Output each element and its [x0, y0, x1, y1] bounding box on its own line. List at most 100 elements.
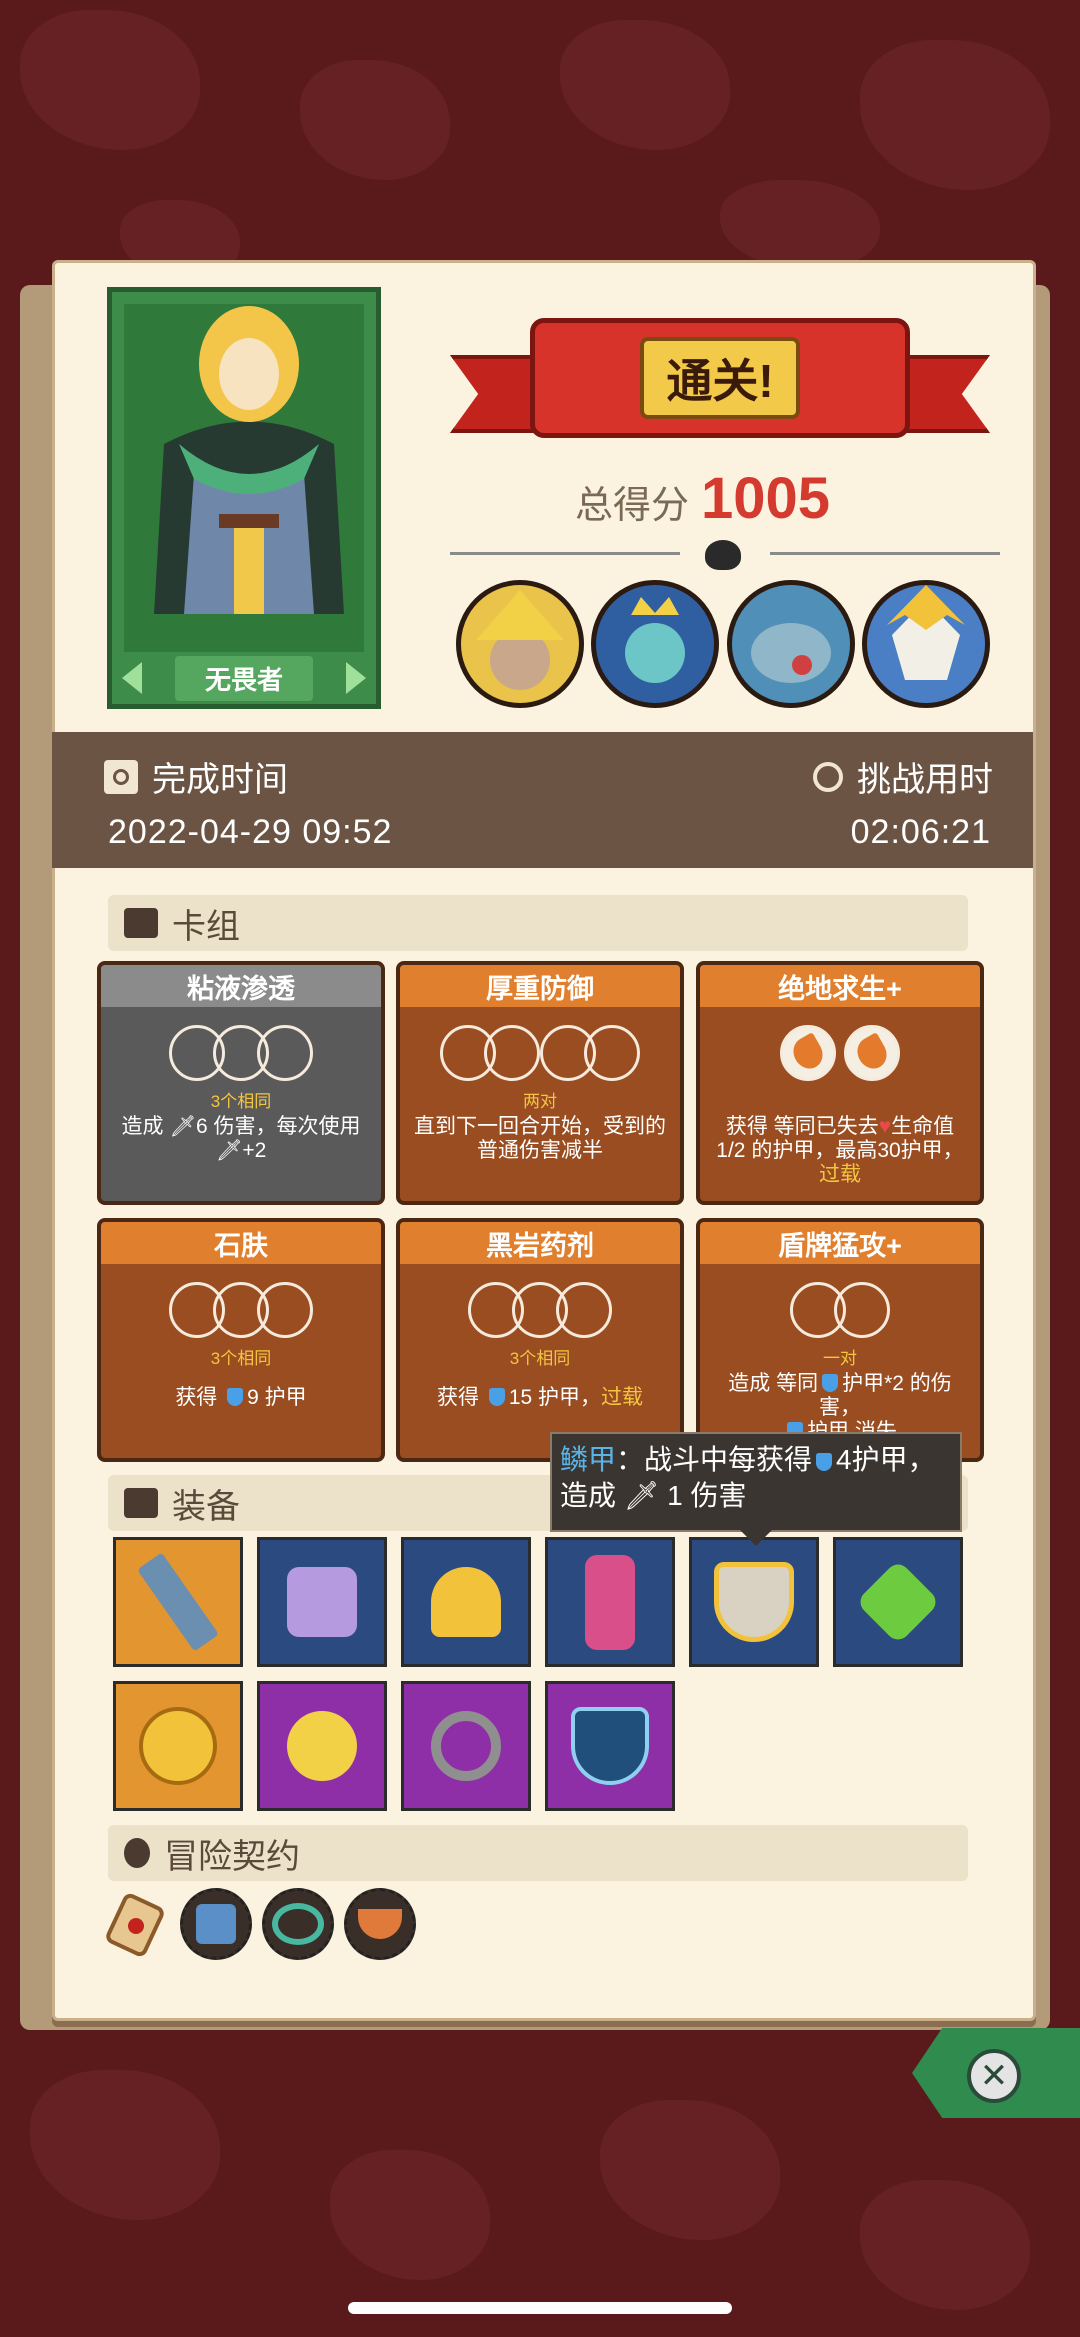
helmet-icon: [431, 1567, 501, 1637]
equipment-diamond-ring[interactable]: [401, 1681, 531, 1811]
deck-card-2[interactable]: 厚重防御 两对 直到下一回合开始，受到的普通伤害减半: [396, 961, 684, 1205]
skull-icon: [705, 540, 741, 570]
sword-icon: 🗡: [215, 1139, 243, 1163]
card-rule: 3个相同: [210, 1349, 272, 1368]
completion-time-value: 2022-04-29 09:52: [108, 813, 393, 851]
challenge-time-label: 挑战用时: [857, 761, 993, 799]
card-title: 黑岩药剂: [400, 1222, 680, 1264]
equipment-shield[interactable]: [545, 1681, 675, 1811]
card-title: 盾牌猛攻+: [700, 1222, 980, 1264]
tooltip-pointer: [740, 1530, 772, 1546]
card-title: 石肤: [101, 1222, 381, 1264]
card-slots: [700, 1282, 980, 1342]
challenge-time-label-group: 挑战用时: [813, 752, 993, 801]
shield-icon: [571, 1707, 649, 1785]
shield-icon: [227, 1388, 244, 1406]
card-slots: [700, 1025, 980, 1085]
deck-card-4[interactable]: 石肤 3个相同 获得 9 护甲: [97, 1218, 385, 1462]
coin-icon: [139, 1707, 217, 1785]
card-rule: 3个相同: [509, 1349, 571, 1368]
contracts-title: 冒险契约: [164, 1837, 300, 1876]
boss-portrait-4[interactable]: [862, 580, 990, 708]
card-title: 厚重防御: [400, 965, 680, 1007]
hero-card[interactable]: 无畏者: [107, 287, 381, 709]
boss-portrait-3[interactable]: [727, 580, 855, 708]
card-slots: [400, 1282, 680, 1342]
score-label: 总得分: [575, 485, 690, 527]
divider-right: [770, 552, 1000, 555]
bowl-icon: [358, 1909, 402, 1939]
equipment-moon-charm[interactable]: [257, 1681, 387, 1811]
hero-portrait: [124, 304, 364, 654]
cube-icon: [196, 1904, 236, 1944]
card-rule: 3个相同: [210, 1092, 272, 1111]
deck-title: 卡组: [172, 907, 240, 946]
equipment-green-gem[interactable]: [833, 1537, 963, 1667]
contract-badge-3[interactable]: [344, 1888, 416, 1960]
equipment-tooltip: 鳞甲：战斗中每获得 4护甲， 造成 🗡 1 伤害: [550, 1432, 962, 1532]
ribbon-main: 通关!: [530, 318, 910, 438]
deck-card-5[interactable]: 黑岩药剂 3个相同 获得 15 护甲，过载: [396, 1218, 684, 1462]
stopwatch-icon: [813, 761, 843, 792]
contract-badge-2[interactable]: [262, 1888, 334, 1960]
hero-name: 无畏者: [174, 655, 313, 701]
calendar-icon: [104, 759, 138, 794]
card-slots: [101, 1025, 381, 1085]
equipment-scale-armor[interactable]: [689, 1537, 819, 1667]
sword-icon: 🗡: [623, 1480, 660, 1512]
boss-portrait-2[interactable]: [591, 580, 719, 708]
completion-time-label: 完成时间: [152, 761, 288, 799]
score-value: 1005: [701, 466, 831, 531]
card-description: 造成 🗡6 伤害，每次使用 🗡+2: [121, 1115, 361, 1163]
card-description: 获得 9 护甲: [175, 1386, 307, 1409]
prev-hero-arrow-icon[interactable]: [122, 662, 142, 694]
cards-icon: [124, 908, 158, 938]
boss-portrait-1[interactable]: [456, 580, 584, 708]
card-description: 获得 15 护甲，过载: [436, 1386, 644, 1409]
card-slots: [101, 1282, 381, 1342]
shield-icon: [488, 1388, 505, 1406]
card-description: 直到下一回合开始，受到的普通伤害减半: [414, 1115, 666, 1163]
equipment-serrated-blade[interactable]: [113, 1537, 243, 1667]
shield-icon: [816, 1453, 833, 1471]
equipment-title: 装备: [172, 1487, 240, 1526]
contract-badge-1[interactable]: [180, 1888, 252, 1960]
hero-name-bar: 无畏者: [112, 652, 376, 704]
equipment-boot[interactable]: [257, 1537, 387, 1667]
boot-icon: [287, 1567, 357, 1637]
card-description: 获得 等同已失去♥生命值 1/2 的护甲，最高30护甲，过载: [716, 1115, 964, 1187]
heart-icon: ♥: [878, 1115, 892, 1138]
person-icon: [124, 1838, 150, 1868]
box-icon: [124, 1488, 158, 1518]
card-slots: [400, 1025, 680, 1085]
completion-time-label-group: 完成时间: [104, 752, 288, 801]
ring-icon: [272, 1903, 324, 1945]
clear-banner: 通关!: [450, 300, 990, 460]
moon-icon: [287, 1711, 357, 1781]
deck-card-3[interactable]: 绝地求生+ 获得 等同已失去♥生命值 1/2 的护甲，最高30护甲，过载: [696, 961, 984, 1205]
deck-card-6[interactable]: 盾牌猛攻+ 一对 造成 等同护甲*2 的伤害，护甲 消失: [696, 1218, 984, 1462]
sword-icon: 🗡: [169, 1115, 196, 1138]
card-rule: 两对: [523, 1092, 557, 1111]
divider-left: [450, 552, 680, 555]
card-title: 粘液渗透: [101, 965, 381, 1007]
ring-icon: [431, 1711, 501, 1781]
equipment-gold-coin[interactable]: [113, 1681, 243, 1811]
contract-scroll-icon[interactable]: [100, 1890, 170, 1960]
home-indicator[interactable]: [348, 2302, 732, 2314]
equipment-helmet[interactable]: [401, 1537, 531, 1667]
info-bar: 完成时间 挑战用时 2022-04-29 09:52 02:06:21: [52, 732, 1033, 868]
gem-icon: [855, 1559, 941, 1645]
tooltip-item-name: 鳞甲: [560, 1444, 617, 1475]
card-title: 绝地求生+: [700, 965, 980, 1007]
contracts-section-header: 冒险契约: [108, 1825, 968, 1881]
next-hero-arrow-icon[interactable]: [346, 662, 366, 694]
deck-card-1[interactable]: 粘液渗透 3个相同 造成 🗡6 伤害，每次使用 🗡+2: [97, 961, 385, 1205]
shield-icon: [822, 1374, 839, 1392]
equipment-totem[interactable]: [545, 1537, 675, 1667]
armor-icon: [714, 1562, 794, 1642]
score-row: 总得分 1005: [575, 465, 830, 532]
totem-icon: [585, 1554, 635, 1650]
close-icon[interactable]: ✕: [967, 2049, 1021, 2103]
blade-icon: [137, 1552, 219, 1652]
